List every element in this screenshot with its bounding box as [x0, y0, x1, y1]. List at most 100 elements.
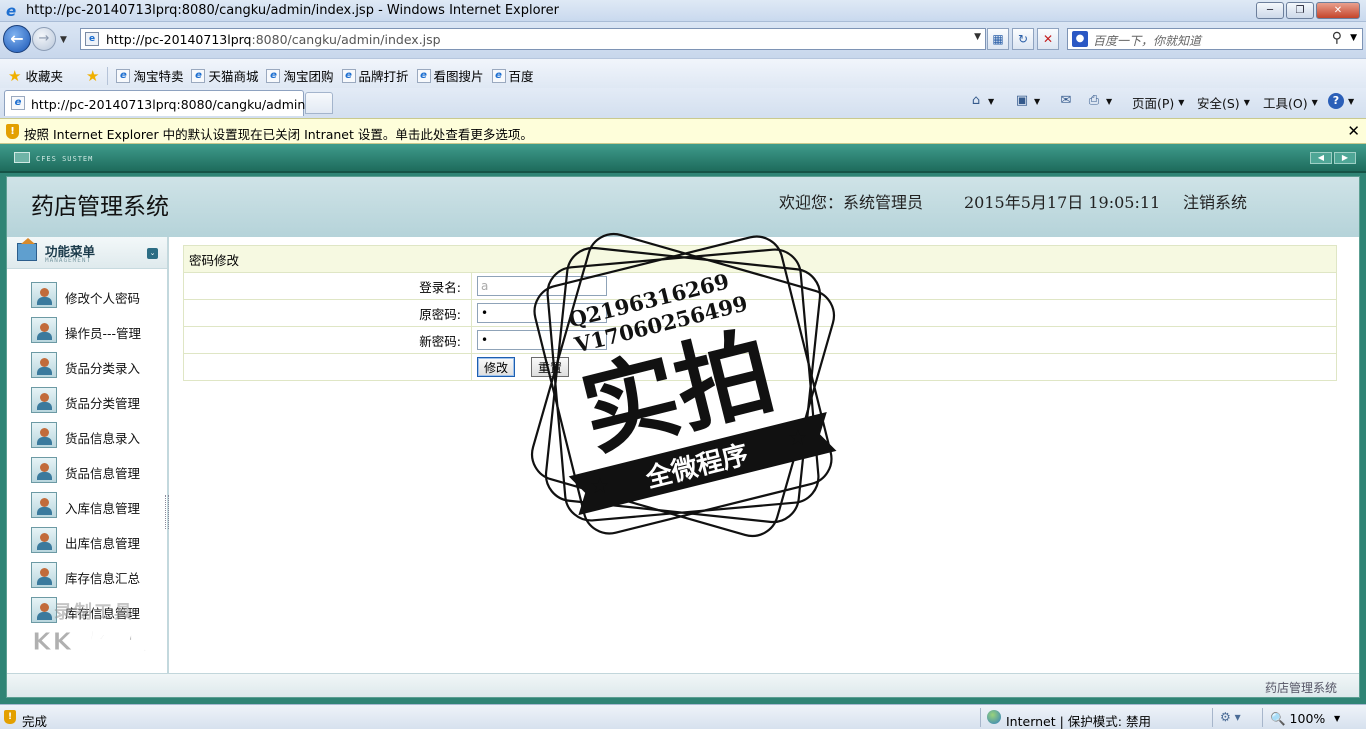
- ie-page-icon: e: [416, 68, 431, 83]
- search-box[interactable]: ● 百度一下，你就知道 ⚲ ▼: [1067, 28, 1363, 50]
- window-title-bar: e http://pc-20140713lprq:8080/cangku/adm…: [0, 0, 1366, 22]
- ie-page-icon: e: [341, 68, 356, 83]
- back-button[interactable]: ←: [3, 25, 31, 53]
- menu-item-change-password[interactable]: 修改个人密码: [31, 282, 163, 310]
- footer-text: 药店管理系统: [1264, 681, 1337, 695]
- system-title: 药店管理系统: [31, 194, 169, 220]
- ie-page-icon: e: [191, 68, 206, 83]
- user-icon: [31, 387, 57, 413]
- history-dropdown-icon[interactable]: ▼: [60, 35, 67, 45]
- ie-logo-icon: e: [6, 2, 17, 20]
- favorite-link[interactable]: e 看图搜片: [416, 66, 484, 85]
- favorite-link[interactable]: e 淘宝特卖: [116, 66, 183, 85]
- shield-icon: !: [6, 124, 19, 139]
- new-tab-button[interactable]: [305, 92, 333, 114]
- arrow-right-button[interactable]: ▶: [1334, 152, 1356, 164]
- divider: [1262, 708, 1263, 727]
- new-password-input[interactable]: [477, 330, 607, 350]
- safety-menu[interactable]: 安全(S) ▼: [1197, 93, 1250, 112]
- menu-item-outbound[interactable]: 出库信息管理: [31, 527, 163, 555]
- app-footer: 药店管理系统: [7, 673, 1359, 697]
- user-icon: [31, 562, 57, 588]
- logout-link[interactable]: 注销系统: [1183, 189, 1247, 213]
- menu-item-category-manage[interactable]: 货品分类管理: [31, 387, 163, 415]
- menu-item-operators[interactable]: 操作员---管理: [31, 317, 163, 345]
- menu-header: 功能菜单 MANAGEMENT ⌄: [7, 237, 167, 269]
- favorite-link[interactable]: e 百度: [491, 66, 534, 85]
- search-icon[interactable]: ⚲: [1332, 30, 1342, 46]
- menu-item-stock-summary[interactable]: 库存信息汇总: [31, 562, 163, 590]
- home-button[interactable]: ⌂ ▼: [968, 93, 994, 109]
- information-bar[interactable]: ! 按照 Internet Explorer 中的默认设置现在已关闭 Intra…: [0, 118, 1366, 144]
- forward-button[interactable]: →: [32, 27, 56, 51]
- help-button[interactable]: ? ▼: [1328, 93, 1354, 109]
- favorites-button[interactable]: ★ 收藏夹: [8, 66, 63, 85]
- close-window-button[interactable]: ✕: [1316, 2, 1360, 19]
- favorites-label: 收藏夹: [25, 69, 63, 84]
- navigation-bar: ← → ▼ e http://pc-20140713lprq:8080/cang…: [0, 22, 1366, 58]
- restore-button[interactable]: ❐: [1286, 2, 1314, 19]
- reset-button[interactable]: 重置: [531, 357, 570, 377]
- minimize-button[interactable]: ─: [1256, 2, 1284, 19]
- favorite-link[interactable]: e 天猫商城: [191, 66, 258, 85]
- zoom-dropdown-icon[interactable]: ▼: [1334, 714, 1340, 723]
- user-icon: [31, 352, 57, 378]
- address-url: http://pc-20140713lprq:8080/cangku/admin…: [106, 32, 441, 47]
- close-infobar-button[interactable]: ✕: [1347, 122, 1360, 140]
- page-menu[interactable]: 页面(P) ▼: [1132, 93, 1184, 112]
- ie-page-icon: e: [116, 68, 131, 83]
- compatibility-view-button[interactable]: ▦: [987, 28, 1009, 50]
- favorites-star-icon: ★: [8, 66, 22, 85]
- favorites-bar: ★ 收藏夹 ★ e 淘宝特卖 e 天猫商城 e 淘宝团购 e 品牌打折 e 看图搜片 e百…: [0, 58, 1366, 88]
- search-dropdown-icon[interactable]: ▼: [1350, 33, 1357, 43]
- menu-item-stock-manage[interactable]: 库存信息管理: [31, 597, 163, 625]
- sidebar-splitter[interactable]: [165, 495, 169, 529]
- user-icon: [31, 282, 57, 308]
- menu-subtitle: MANAGEMENT: [45, 257, 92, 264]
- collapse-menu-icon[interactable]: ⌄: [147, 248, 158, 259]
- form-caption: 密码修改: [183, 245, 1337, 273]
- menu-item-goods-entry[interactable]: 货品信息录入: [31, 422, 163, 450]
- menu-item-goods-manage[interactable]: 货品信息管理: [31, 457, 163, 485]
- feeds-button[interactable]: ▣ ▼: [1014, 93, 1040, 109]
- shield-icon: !: [4, 710, 16, 724]
- monitor-icon: [14, 152, 30, 163]
- address-dropdown-icon[interactable]: ▼: [974, 32, 981, 42]
- popup-blocker-icon[interactable]: ⚙ ▾: [1220, 710, 1241, 724]
- zoom-level[interactable]: 🔍 100%: [1270, 711, 1325, 727]
- menu-item-category-entry[interactable]: 货品分类录入: [31, 352, 163, 380]
- arrow-left-button[interactable]: ◀: [1310, 152, 1332, 164]
- security-zone: Internet | 保护模式: 禁用: [1006, 714, 1151, 729]
- user-icon: [31, 597, 57, 623]
- favorite-link[interactable]: e 淘宝团购: [266, 66, 334, 85]
- search-placeholder: 百度一下，你就知道: [1093, 34, 1202, 48]
- status-bar: ! 完成 Internet | 保护模式: 禁用 ⚙ ▾ 🔍 100% ▼: [0, 704, 1366, 729]
- tools-menu[interactable]: 工具(O) ▼: [1263, 93, 1318, 112]
- system-tag: CFES SUSTEM: [36, 155, 94, 163]
- ie-page-icon: e: [266, 68, 281, 83]
- menu-item-inbound[interactable]: 入库信息管理: [31, 492, 163, 520]
- old-password-input[interactable]: [477, 303, 607, 323]
- app-banner: 药店管理系统 欢迎您：系统管理员 2015年5月17日 19:05:11 注销系…: [7, 177, 1359, 237]
- print-button[interactable]: ⎙ ▼: [1086, 93, 1112, 109]
- address-bar[interactable]: e http://pc-20140713lprq:8080/cangku/adm…: [80, 28, 986, 50]
- browser-tab[interactable]: e http://pc-20140713lprq:8080/cangku/adm…: [4, 90, 321, 116]
- window-title: http://pc-20140713lprq:8080/cangku/admin…: [26, 3, 559, 18]
- user-icon: [31, 492, 57, 518]
- home-icon: ⌂: [971, 93, 981, 108]
- login-name-input[interactable]: [477, 276, 607, 296]
- tab-title: http://pc-20140713lprq:8080/cangku/admin…: [31, 97, 322, 112]
- refresh-button[interactable]: ↻: [1012, 28, 1034, 50]
- add-favorite-icon[interactable]: ★: [86, 68, 99, 83]
- welcome-text: 欢迎您：系统管理员: [779, 193, 924, 212]
- home-icon: [17, 238, 37, 261]
- tab-bar: e http://pc-20140713lprq:8080/cangku/adm…: [0, 88, 1366, 118]
- submit-button[interactable]: 修改: [477, 357, 516, 377]
- baidu-paw-icon: ●: [1072, 31, 1088, 47]
- password-form-panel: 密码修改 登录名: 原密码: 新密码: 修改重置: [183, 245, 1337, 381]
- favorite-link[interactable]: e 品牌打折: [341, 66, 409, 85]
- user-icon: [31, 527, 57, 553]
- app-frame: CFES SUSTEM ◀ ▶ 药店管理系统 欢迎您：系统管理员 2015年5月…: [0, 144, 1366, 704]
- mail-button[interactable]: ✉: [1058, 93, 1074, 109]
- stop-button[interactable]: ✕: [1037, 28, 1059, 50]
